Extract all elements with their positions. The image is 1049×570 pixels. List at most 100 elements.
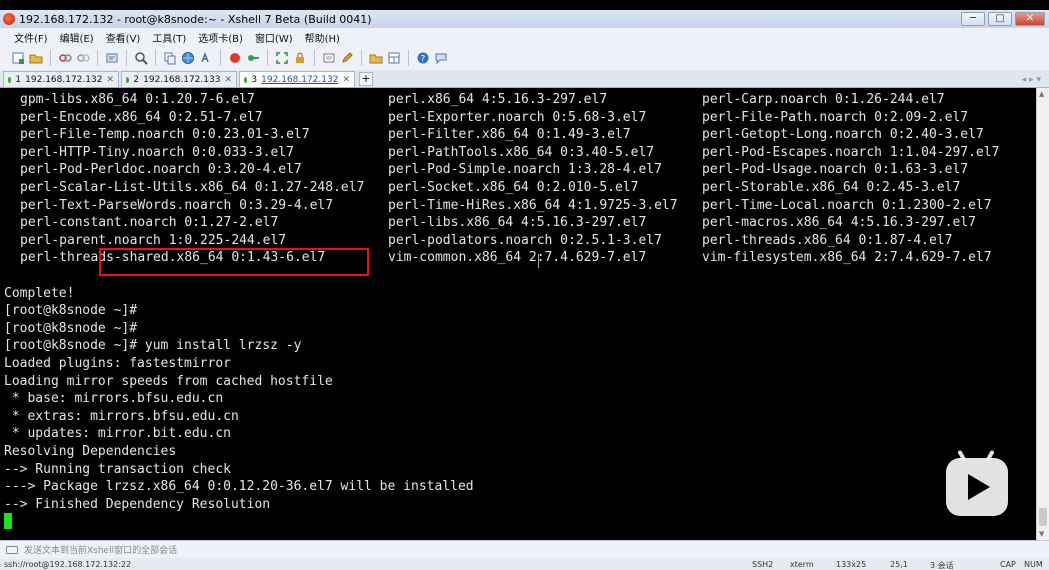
scrollbar-thumb[interactable] <box>1039 508 1047 526</box>
terminal-line: [root@k8snode ~]# <box>4 320 138 336</box>
close-tab-icon[interactable]: ✕ <box>342 75 350 85</box>
package-row: perl-Text-ParseWords.noarch 0:3.29-4.el7… <box>0 197 1036 215</box>
fullscreen-icon[interactable] <box>274 50 290 66</box>
menu-view[interactable]: 查看(V) <box>100 30 147 45</box>
package-name: perl-Text-ParseWords.noarch 0:3.29-4.el7 <box>20 197 334 213</box>
package-name: perl-Pod-Escapes.noarch 1:1.04-297.el7 <box>702 144 1000 160</box>
menu-tools[interactable]: 工具(T) <box>146 30 192 45</box>
session-tab-num: 1 <box>15 74 22 85</box>
session-tab-bar: 1 192.168.172.132 ✕ 2 192.168.172.133 ✕ … <box>0 70 1049 88</box>
package-name: perl-Pod-Perldoc.noarch 0:3.20-4.el7 <box>20 162 302 178</box>
keyboard-icon <box>6 545 18 554</box>
package-name: perl-Storable.x86_64 0:2.45-3.el7 <box>702 180 961 195</box>
package-name: perl-Pod-Usage.noarch 0:1.63-3.el7 <box>702 162 969 178</box>
terminal-output[interactable]: gpm-libs.x86_64 0:1.20.7-6.el7 perl.x86_6… <box>0 88 1036 540</box>
properties-icon[interactable] <box>104 50 120 66</box>
package-row: perl-parent.noarch 1:0.225-244.el7 perl-p… <box>0 232 1036 250</box>
record-icon[interactable] <box>227 50 243 66</box>
title-bar: 192.168.172.132 - root@k8snode:~ - Xshel… <box>0 10 1049 28</box>
package-name: perl-threads.x86_64 0:1.87-4.el7 <box>702 232 953 248</box>
tab-navigation-arrows[interactable]: ◂ ▸ ▾ <box>1022 75 1041 85</box>
menu-tabs[interactable]: 选项卡(B) <box>192 30 249 45</box>
help-icon[interactable]: ? <box>415 50 431 66</box>
terminal-line: ---> Package lrzsz.x86_64 0:0.12.20-36.e… <box>4 479 474 495</box>
scroll-up-icon[interactable]: ▲ <box>1039 90 1044 98</box>
compose-placeholder: 发送文本到当前Xshell窗口的全部会话 <box>24 546 178 556</box>
copy-icon[interactable] <box>162 50 178 66</box>
menu-window[interactable]: 窗口(W) <box>249 30 299 45</box>
package-name: perl-parent.noarch 1:0.225-244.el7 <box>20 232 287 248</box>
session-tab-2[interactable]: 2 192.168.172.133 ✕ <box>121 71 237 87</box>
new-tab-button[interactable]: + <box>359 72 373 86</box>
file-transfer-icon[interactable] <box>368 50 384 66</box>
scroll-down-icon[interactable]: ▼ <box>1039 530 1044 538</box>
lock-icon[interactable] <box>292 50 308 66</box>
compose-icon[interactable] <box>321 50 337 66</box>
menu-help[interactable]: 帮助(H) <box>299 30 346 45</box>
find-icon[interactable] <box>133 50 149 66</box>
package-name: vim-filesystem.x86_64 2:7.4.629-7.el7 <box>702 250 992 266</box>
status-terminal-type: xterm <box>790 560 814 569</box>
package-name: perl.x86_64 4:5.16.3-297.el7 <box>388 92 608 107</box>
package-name: perl-Pod-Simple.noarch 1:3.28-4.el7 <box>388 162 662 178</box>
session-tab-label: 192.168.172.132 <box>261 74 339 85</box>
mouse-ibeam-cursor <box>538 254 540 268</box>
menu-file[interactable]: 文件(F) <box>8 30 54 45</box>
maximize-button[interactable]: □ <box>988 12 1012 26</box>
minimize-button[interactable]: ─ <box>961 12 985 26</box>
toolbar: ? <box>0 46 1049 70</box>
terminal-line: Resolving Dependencies <box>4 444 177 459</box>
package-row: perl-Pod-Perldoc.noarch 0:3.20-4.el7 perl… <box>0 161 1036 179</box>
toolbar-separator <box>50 50 51 66</box>
terminal-line: Complete! <box>4 285 75 301</box>
globe-icon[interactable] <box>180 50 196 66</box>
status-sessions: 3 会话 <box>930 561 954 570</box>
terminal-scrollbar[interactable]: ▲ ▼ <box>1036 88 1049 540</box>
session-tab-label: 192.168.172.133 <box>143 74 221 85</box>
new-session-icon[interactable] <box>10 50 26 66</box>
package-name: perl-macros.x86_64 4:5.16.3-297.el7 <box>702 215 976 231</box>
session-tab-1[interactable]: 1 192.168.172.132 ✕ <box>3 71 119 87</box>
session-tab-num: 2 <box>133 74 140 85</box>
status-num: NUM <box>1024 560 1043 569</box>
status-caps: CAP <box>1000 560 1016 569</box>
key-icon[interactable] <box>245 50 261 66</box>
package-row: perl-HTTP-Tiny.noarch 0:0.033-3.el7 perl-… <box>0 144 1036 162</box>
close-tab-icon[interactable]: ✕ <box>224 75 232 85</box>
toolbar-separator <box>220 50 221 66</box>
xshell-window: 192.168.172.132 - root@k8snode:~ - Xshel… <box>0 0 1049 570</box>
session-tab-3[interactable]: 3 192.168.172.132 ✕ <box>239 71 355 87</box>
menu-edit[interactable]: 编辑(E) <box>54 30 100 45</box>
layout-icon[interactable] <box>386 50 402 66</box>
package-name: perl-Exporter.noarch 0:5.68-3.el7 <box>388 109 647 125</box>
connected-status-icon <box>244 76 248 83</box>
terminal-line: Loaded plugins: fastestmirror <box>4 356 231 371</box>
terminal-line: --> Running transaction check <box>4 461 231 477</box>
menu-bar: 文件(F) 编辑(E) 查看(V) 工具(T) 选项卡(B) 窗口(W) 帮助(… <box>0 28 1049 46</box>
session-tab-num: 3 <box>251 74 258 85</box>
compose-bar[interactable]: 发送文本到当前Xshell窗口的全部会话 <box>0 540 1049 558</box>
open-folder-icon[interactable] <box>28 50 44 66</box>
package-row: perl-constant.noarch 0:1.27-2.el7 perl-li… <box>0 214 1036 232</box>
disconnect-icon[interactable] <box>75 50 91 66</box>
connected-status-icon <box>126 76 130 83</box>
status-protocol: SSH2 <box>752 560 774 569</box>
toolbar-separator <box>314 50 315 66</box>
package-name: perl-File-Temp.noarch 0:0.23.01-3.el7 <box>20 127 310 143</box>
close-tab-icon[interactable]: ✕ <box>106 75 114 85</box>
toolbar-separator <box>155 50 156 66</box>
connected-status-icon <box>8 76 12 83</box>
xshell-logo-icon <box>3 13 15 25</box>
terminal-line: * base: mirrors.bfsu.edu.cn <box>4 391 224 407</box>
package-name: perl-Filter.x86_64 0:1.49-3.el7 <box>388 127 631 143</box>
chat-icon[interactable] <box>433 50 449 66</box>
pencil-icon[interactable] <box>339 50 355 66</box>
svg-text:?: ? <box>421 55 426 65</box>
package-row: perl-Scalar-List-Utils.x86_64 0:1.27-248… <box>0 179 1036 197</box>
script-icon[interactable] <box>198 50 214 66</box>
reconnect-icon[interactable] <box>57 50 73 66</box>
close-button[interactable]: ✕ <box>1015 12 1045 26</box>
package-name: perl-Time-HiRes.x86_64 4:1.9725-3.el7 <box>388 197 678 213</box>
package-name: perl-File-Path.noarch 0:2.09-2.el7 <box>702 109 969 125</box>
package-name: perl-HTTP-Tiny.noarch 0:0.033-3.el7 <box>20 144 294 160</box>
